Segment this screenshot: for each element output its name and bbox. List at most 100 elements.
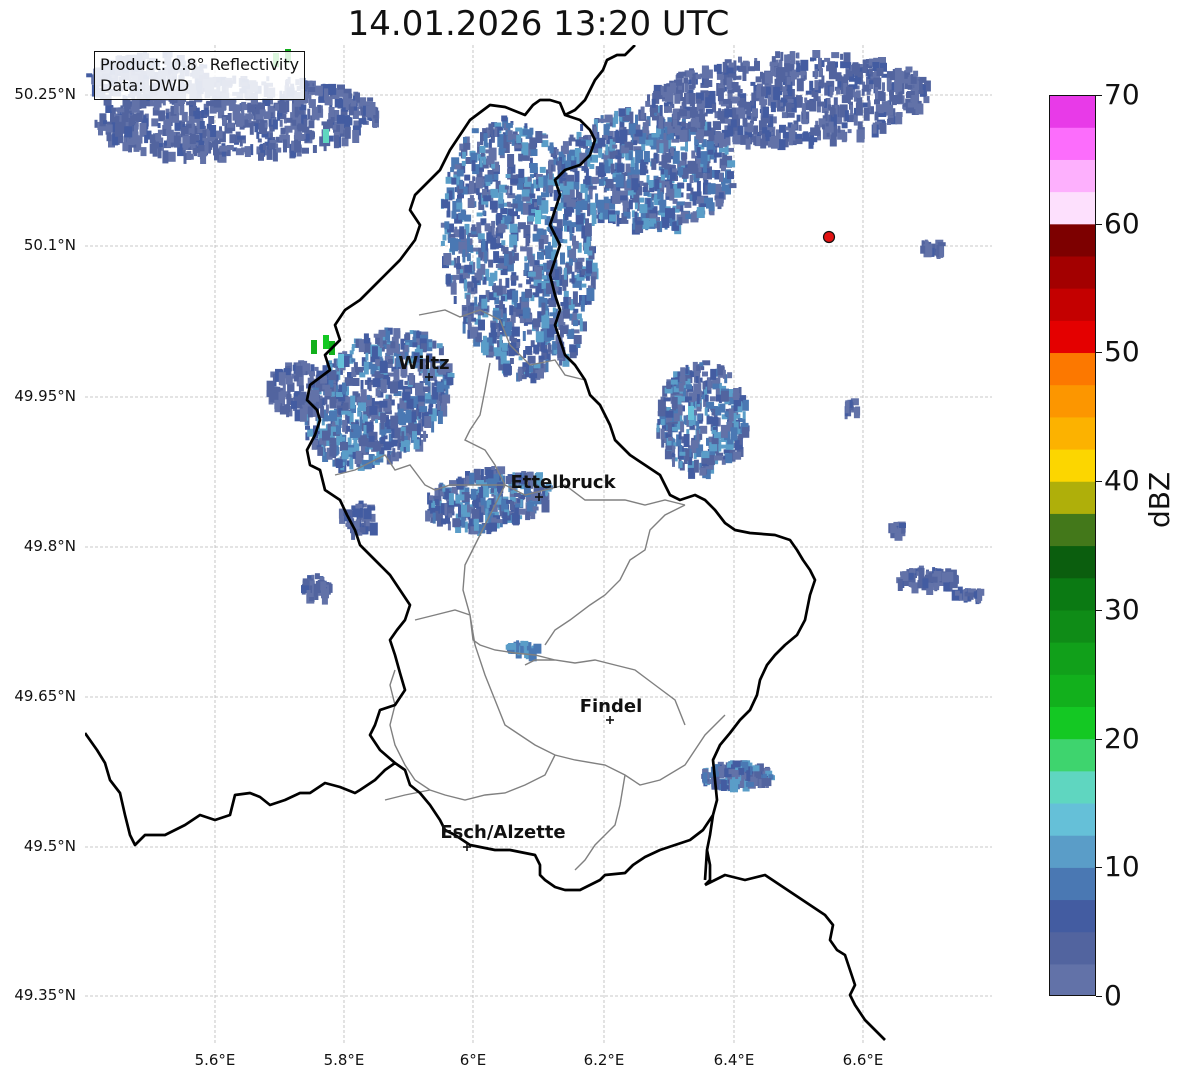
radar-echo-cell [305,133,310,142]
radar-echo-cell [367,505,371,511]
radar-echo-cell [193,148,199,154]
radar-echo-cell [489,345,494,358]
radar-echo-cell [631,210,635,218]
radar-echo-cell [501,342,508,351]
radar-echo-cell [526,279,532,285]
radar-echo-cell [390,341,396,349]
radar-echo-cell [502,247,509,254]
radar-echo-cell [845,400,850,414]
radar-echo-cell [365,447,370,453]
radar-echo-cell [529,163,538,174]
radar-echo-cell [517,182,523,190]
radar-echo-cell [490,188,499,198]
radar-echo-cell [489,272,495,282]
radar-echo-cell [431,502,436,508]
radar-echo-cell [628,122,636,134]
radar-echo-cell [508,208,514,216]
radar-echo-cell [488,478,496,489]
radar-echo-cell [529,137,537,150]
radar-echo-cell [691,150,696,159]
radar-echo-cell [562,308,570,319]
radar-echo-cell [713,152,722,158]
radar-echo-cell [208,116,215,124]
radar-echo-cell [560,252,565,265]
radar-echo-cell [486,499,490,508]
radar-echo-cell [876,68,884,76]
radar-echo-cell [151,118,159,127]
radar-echo-cell [750,81,756,86]
radar-echo-cell [295,365,303,376]
radar-echo-cell [887,117,894,123]
radar-echo-cell [222,117,226,126]
radar-echo-cell [731,82,739,88]
radar-echo-cell [747,66,755,72]
radar-echo-cell [718,439,722,452]
radar-echo-cell [705,108,713,114]
radar-echo-cell [309,371,315,377]
radar-echo-cell [311,340,317,354]
radar-echo-cell [674,125,681,136]
radar-echo-cell [572,240,579,249]
radar-echo-cell [166,129,171,143]
radar-echo-cell [280,127,286,135]
radar-echo-cell [875,87,879,100]
radar-echo-cell [717,110,725,120]
radar-echo-cell [437,401,440,410]
radar-echo-cell [401,431,405,442]
radar-echo-cell [738,767,745,775]
colorbar-tick-label: 30 [1104,592,1140,626]
radar-echo-cell [522,307,530,319]
radar-echo-cell [657,189,661,200]
radar-echo-cell [489,200,498,210]
radar-echo-cell [802,132,810,142]
radar-map[interactable]: Wiltz Ettelbruck Findel Esch/Alzette [85,45,992,1045]
radar-echo-cell [685,396,689,403]
radar-echo-cell [626,179,631,189]
colorbar-segment [1049,223,1096,257]
radar-echo-cell [527,176,532,182]
radar-echo-cell [786,63,795,68]
radar-echo-cell [378,373,384,379]
radar-echo-cell [612,144,618,149]
radar-echo-cell [696,129,705,138]
radar-echo-cell [712,417,719,427]
radar-echo-cell [351,358,356,363]
radar-echo-cell [134,135,140,142]
radar-echo-cell [144,135,149,144]
radar-echo-cell [326,119,333,129]
radar-echo-cell [282,393,285,406]
radar-echo-cell [140,147,147,157]
radar-echo-cell [384,429,392,434]
radar-echo-cell [593,214,597,224]
radar-echo-cell [677,182,685,189]
radar-echo-cell [436,343,443,349]
radar-echo-cell [485,181,491,186]
radar-echo-cell [173,103,179,114]
radar-echo-cell [853,114,858,126]
radar-echo-cell [693,452,697,459]
radar-echo-cell [579,318,583,332]
radar-echo-cell [456,202,463,210]
radar-echo-cell [495,519,503,524]
radar-echo-cell [713,64,720,72]
radar-echo-cell [442,234,447,241]
radar-echo-cell [736,65,740,71]
radar-echo-cell [369,102,376,115]
radar-echo-cell [795,133,803,139]
radar-echo-cell [683,77,689,84]
radar-echo-cell [458,504,461,518]
radar-site-marker[interactable] [822,230,836,244]
radar-echo-cell [328,107,335,117]
radar-echo-cell [428,495,433,501]
radar-echo-cell [538,239,544,249]
radar-echo-cell [882,82,885,92]
radar-echo-cell [929,243,933,256]
radar-echo-cell [796,138,803,145]
radar-echo-cell [272,119,278,130]
radar-echo-cell [577,257,585,262]
radar-echo-cell [473,282,477,289]
radar-echo-cell [447,201,451,215]
radar-echo-cell [563,239,568,244]
radar-echo-cell [734,440,740,451]
radar-echo-cell [298,394,301,405]
